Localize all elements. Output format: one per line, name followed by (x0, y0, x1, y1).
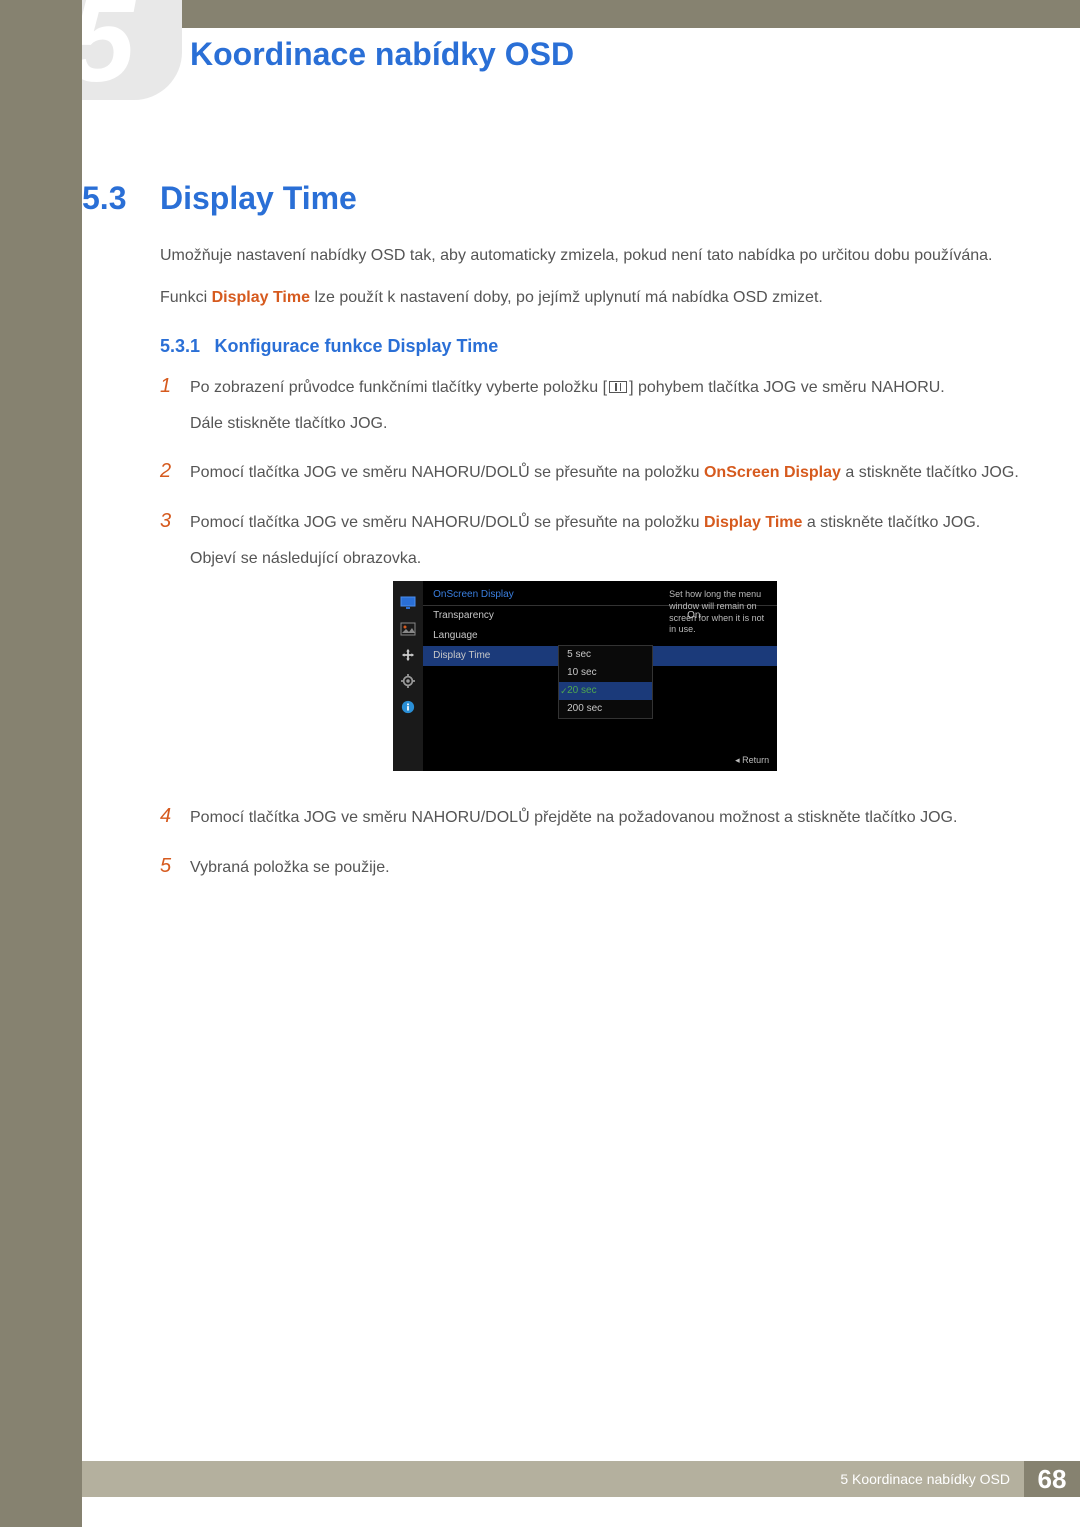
highlight-display-time: Display Time (704, 514, 802, 531)
osd-return-hint: Return (735, 753, 769, 767)
text: Pomocí tlačítka JOG ve směru NAHORU/DOLŮ… (190, 805, 957, 831)
step-body: Pomocí tlačítka JOG ve směru NAHORU/DOLŮ… (190, 460, 1019, 496)
step-3: 3 Pomocí tlačítka JOG ve směru NAHORU/DO… (160, 510, 1020, 791)
steps-list: 1 Po zobrazení průvodce funkčními tlačít… (160, 375, 1020, 890)
step-1: 1 Po zobrazení průvodce funkčními tlačít… (160, 375, 1020, 446)
left-margin-strip (0, 0, 82, 1527)
step-number: 5 (160, 855, 190, 891)
subsection-number: 5.3.1 (160, 336, 200, 356)
section-number: 5.3 (82, 180, 160, 217)
step-number: 4 (160, 805, 190, 841)
osd-item-label: Language (433, 628, 687, 644)
step-2: 2 Pomocí tlačítka JOG ve směru NAHORU/DO… (160, 460, 1020, 496)
text: ] pohybem tlačítka JOG ve směru NAHORU. (629, 379, 945, 396)
top-margin-strip (82, 0, 1080, 28)
text: Vybraná položka se použije. (190, 855, 390, 881)
page-content: 5.3 Display Time Umožňuje nastavení nabí… (82, 180, 1020, 904)
subsection-heading: 5.3.1 Konfigurace funkce Display Time (160, 336, 1020, 357)
step-body: Po zobrazení průvodce funkčními tlačítky… (190, 375, 945, 446)
section-paragraph-1: Umožňuje nastavení nabídky OSD tak, aby … (160, 243, 1020, 269)
text: lze použít k nastavení doby, po jejímž u… (310, 289, 823, 306)
step-number: 3 (160, 510, 190, 791)
text: a stiskněte tlačítko JOG. (802, 514, 980, 531)
monitor-icon (399, 595, 417, 611)
info-icon (399, 699, 417, 715)
osd-option: 10 sec (559, 664, 652, 682)
osd-sidebar (393, 581, 423, 771)
footer-chapter-label: 5 Koordinace nabídky OSD (840, 1471, 1024, 1487)
text: Pomocí tlačítka JOG ve směru NAHORU/DOLŮ… (190, 514, 704, 531)
text: Funkci (160, 289, 212, 306)
osd-main-panel: OnScreen Display Transparency On Languag… (423, 581, 777, 771)
highlight-onscreen-display: OnScreen Display (704, 464, 841, 481)
menu-icon (609, 381, 627, 393)
step-4: 4 Pomocí tlačítka JOG ve směru NAHORU/DO… (160, 805, 1020, 841)
text: Pomocí tlačítka JOG ve směru NAHORU/DOLŮ… (190, 464, 704, 481)
text: Po zobrazení průvodce funkčními tlačítky… (190, 379, 607, 396)
osd-option-selected: 20 sec (559, 682, 652, 700)
osd-options-popup: 5 sec 10 sec 20 sec 200 sec (558, 645, 653, 719)
text: a stiskněte tlačítko JOG. (841, 464, 1019, 481)
step-body: Pomocí tlačítka JOG ve směru NAHORU/DOLŮ… (190, 510, 980, 791)
step-5: 5 Vybraná položka se použije. (160, 855, 1020, 891)
section-paragraph-2: Funkci Display Time lze použít k nastave… (160, 285, 1020, 311)
text: Dále stiskněte tlačítko JOG. (190, 411, 945, 437)
subsection-title: Konfigurace funkce Display Time (215, 336, 499, 356)
osd-item-label: Transparency (433, 608, 687, 624)
section-heading: 5.3 Display Time (82, 180, 1020, 217)
osd-help-text: Set how long the menu window will remain… (669, 589, 769, 636)
footer-page-number: 68 (1024, 1461, 1080, 1497)
move-icon (399, 647, 417, 663)
step-number: 2 (160, 460, 190, 496)
highlight-display-time: Display Time (212, 289, 310, 306)
gear-icon (399, 673, 417, 689)
step-body: Vybraná položka se použije. (190, 855, 390, 891)
osd-screenshot: OnScreen Display Transparency On Languag… (393, 581, 777, 771)
picture-icon (399, 621, 417, 637)
osd-option: 5 sec (559, 646, 652, 664)
page-footer: 5 Koordinace nabídky OSD 68 (82, 1461, 1080, 1497)
section-title: Display Time (160, 180, 357, 217)
step-body: Pomocí tlačítka JOG ve směru NAHORU/DOLŮ… (190, 805, 957, 841)
step-number: 1 (160, 375, 190, 446)
chapter-title: Koordinace nabídky OSD (190, 36, 574, 73)
text: Objeví se následující obrazovka. (190, 546, 980, 572)
osd-option: 200 sec (559, 700, 652, 718)
chapter-number-badge: 5 (82, 0, 182, 100)
